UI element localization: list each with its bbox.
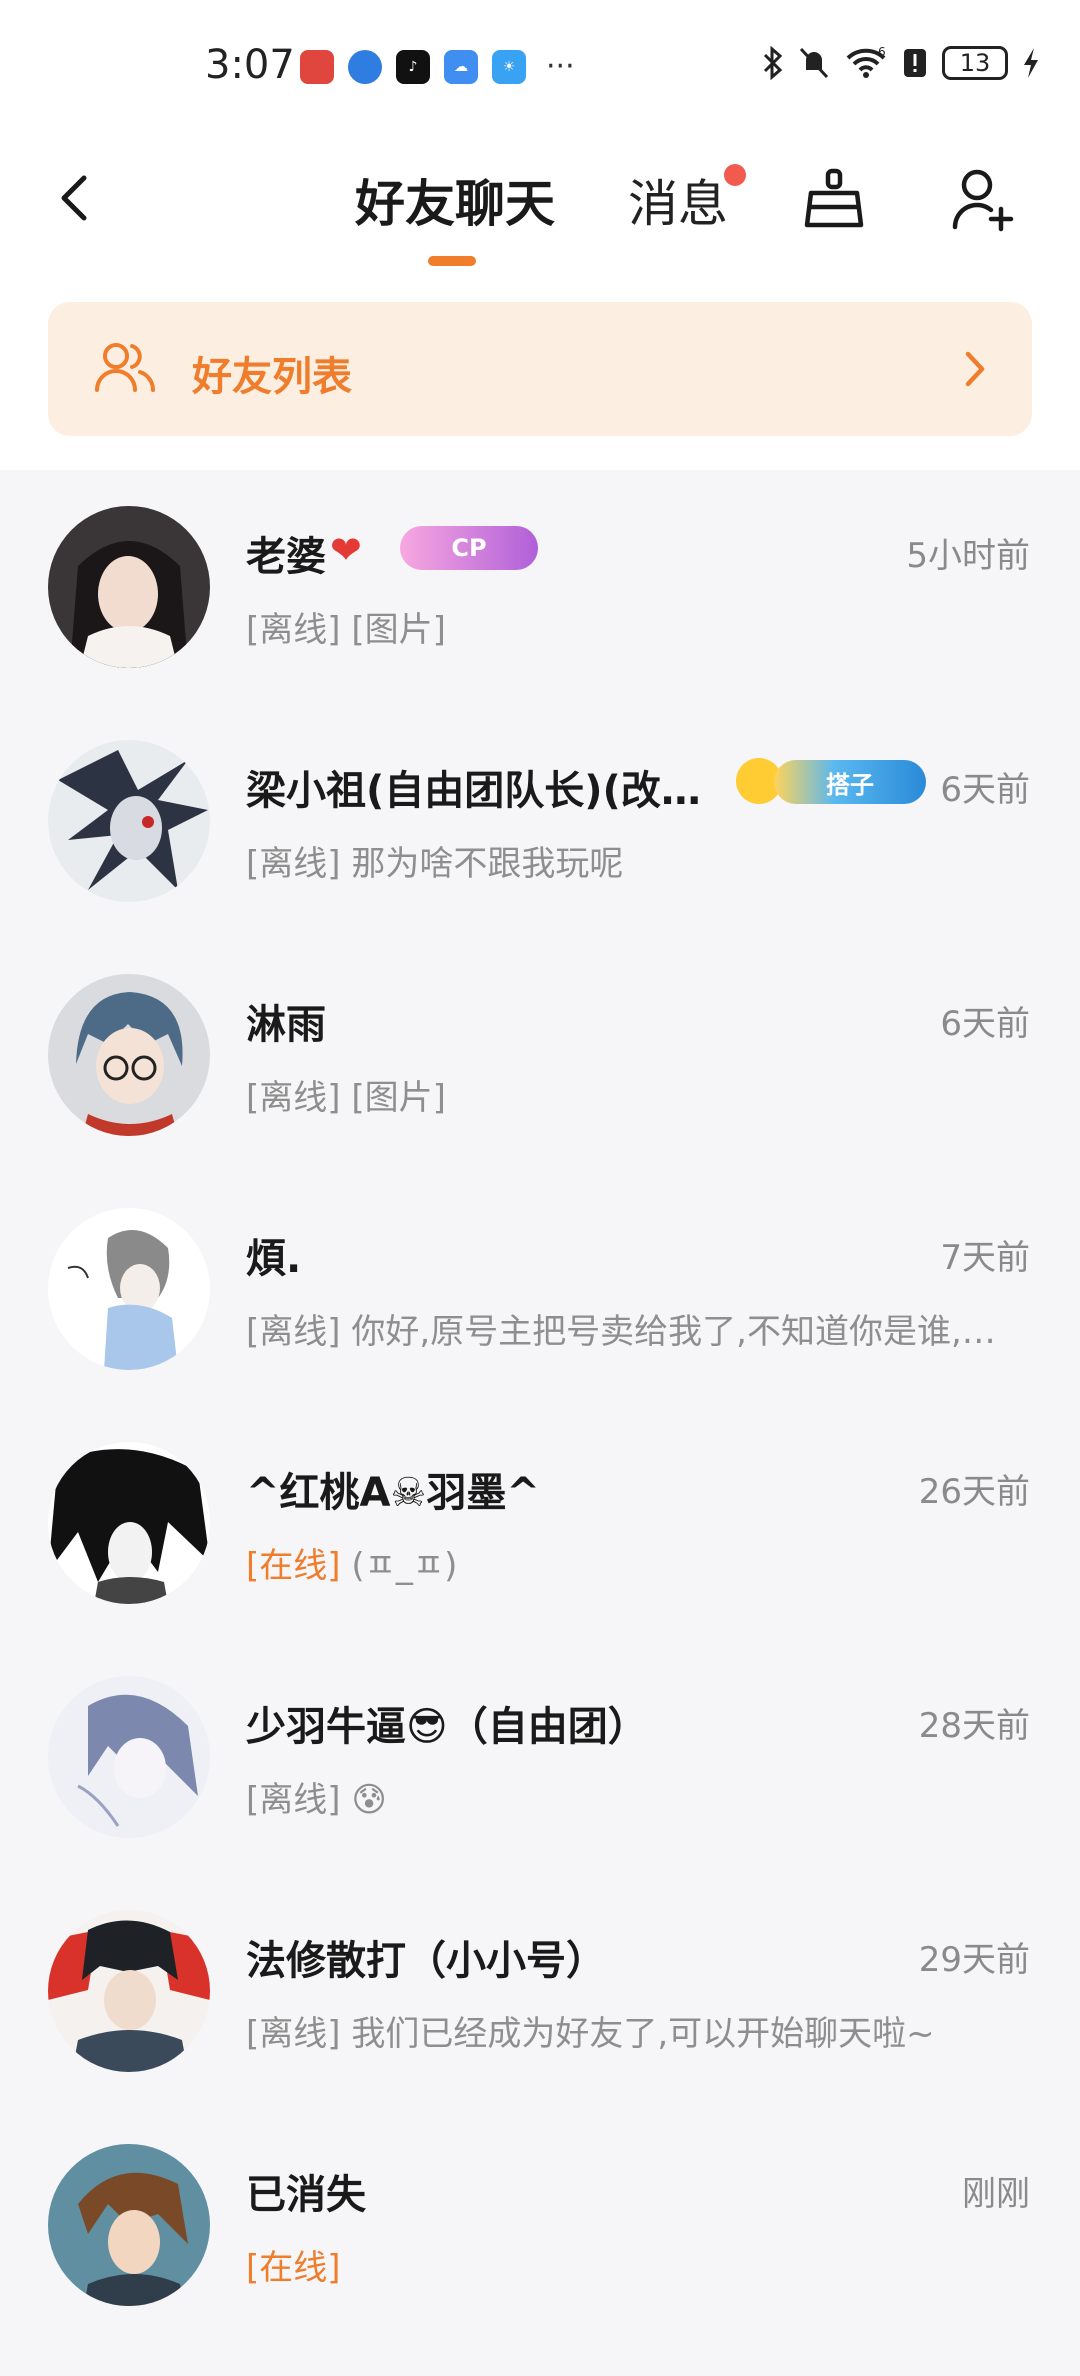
message-preview: [图片] xyxy=(340,1078,446,1118)
chevron-right-icon xyxy=(965,351,985,387)
chevron-left-icon xyxy=(61,175,87,221)
sim-alert-icon xyxy=(904,49,926,77)
friends-icon xyxy=(95,343,155,392)
mute-bell-icon xyxy=(799,47,829,79)
chat-preview: [离线] 😰 xyxy=(246,1772,387,1821)
message-preview: 那为啥不跟我玩呢 xyxy=(340,844,624,884)
message-preview: [图片] xyxy=(340,610,446,650)
huawei-app-icon xyxy=(300,50,334,84)
cp-badge: CP xyxy=(400,526,538,570)
avatar xyxy=(48,506,210,668)
status-time: 3:07 xyxy=(205,42,295,88)
add-friend-button[interactable] xyxy=(944,160,1024,240)
chat-time: 6天前 xyxy=(940,1004,1030,1044)
avatar xyxy=(48,740,210,902)
cloud-app-icon: ☁ xyxy=(444,50,478,84)
chat-name: 梁小祖(自由团队长)(改… xyxy=(246,768,701,814)
chat-preview: [在线] xyxy=(246,2240,341,2289)
status-tag: [离线] xyxy=(246,2014,341,2054)
status-tag: [在线] xyxy=(246,1546,341,1586)
chat-name: 法修散打（小小号） xyxy=(246,1938,606,1984)
chat-row[interactable]: 法修散打（小小号） 29天前 [离线] 我们已经成为好友了,可以开始聊天啦~ xyxy=(0,1874,1080,2108)
friend-list-label: 好友列表 xyxy=(192,354,352,400)
message-preview: 你好,原号主把号卖给我了,不知道你是谁,… xyxy=(340,1312,996,1352)
wifi-icon: 6 xyxy=(846,46,886,78)
chat-row[interactable]: 淋雨 6天前 [离线] [图片] xyxy=(0,938,1080,1172)
chat-time: 29天前 xyxy=(918,1940,1030,1980)
charging-icon xyxy=(1024,48,1038,78)
chat-time: 26天前 xyxy=(918,1472,1030,1512)
status-tag: [在线] xyxy=(246,2248,341,2288)
status-tag: [离线] xyxy=(246,1078,341,1118)
chat-name: 老婆 xyxy=(246,534,326,580)
chat-row[interactable]: 梁小祖(自由团队长)(改… 搭子 6天前 [离线] 那为啥不跟我玩呢 xyxy=(0,704,1080,938)
chat-preview: [离线] 你好,原号主把号卖给我了,不知道你是谁,… xyxy=(246,1304,996,1353)
chat-name: 已消失 xyxy=(246,2172,366,2218)
message-preview: 😰 xyxy=(340,1780,387,1820)
more-notifications-icon: ··· xyxy=(546,49,575,84)
status-tag: [离线] xyxy=(246,844,341,884)
chat-row[interactable]: 已消失 刚刚 [在线] xyxy=(0,2108,1080,2342)
chat-preview: [离线] [图片] xyxy=(246,602,446,651)
avatar xyxy=(48,1442,210,1604)
broom-icon xyxy=(804,168,864,228)
tab-messages[interactable]: 消息 xyxy=(628,164,728,236)
system-icons: 6 13 xyxy=(762,46,1040,80)
chat-row[interactable]: 煩. 7天前 [离线] 你好,原号主把号卖给我了,不知道你是谁,… xyxy=(0,1172,1080,1406)
avatar xyxy=(48,1910,210,2072)
chat-row[interactable]: 老婆 ❤ CP 5小时前 [离线] [图片] xyxy=(0,470,1080,704)
top-nav: 好友聊天 消息 xyxy=(0,140,1080,300)
chat-name: 少羽牛逼😎（自由团） xyxy=(246,1704,648,1750)
friend-list-banner[interactable]: 好友列表 xyxy=(48,302,1032,436)
partner-badge: 搭子 xyxy=(774,760,926,804)
heart-icon: ❤ xyxy=(330,528,362,572)
wifi-generation-label: 6 xyxy=(878,46,886,59)
chat-time: 5小时前 xyxy=(906,536,1030,576)
chat-time: 28天前 xyxy=(918,1706,1030,1746)
status-bar: 3:07 ♪ ☁ ☀ ··· 6 13 xyxy=(0,0,1080,140)
notification-icons: ♪ ☁ ☀ ··· xyxy=(300,50,575,84)
status-tag: [离线] xyxy=(246,610,341,650)
clear-unread-button[interactable] xyxy=(794,160,874,240)
chat-row[interactable]: 少羽牛逼😎（自由团） 28天前 [离线] 😰 xyxy=(0,1640,1080,1874)
chat-preview: [在线] (ㅍ_ㅍ) xyxy=(246,1538,457,1587)
chat-preview: [离线] 那为啥不跟我玩呢 xyxy=(246,836,623,885)
chat-preview: [离线] [图片] xyxy=(246,1070,446,1119)
status-tag: [离线] xyxy=(246,1312,341,1352)
chat-preview: [离线] 我们已经成为好友了,可以开始聊天啦~ xyxy=(246,2006,935,2055)
browser-app-icon xyxy=(348,50,382,84)
active-tab-indicator xyxy=(428,256,476,266)
avatar xyxy=(48,2144,210,2306)
avatar xyxy=(48,974,210,1136)
avatar xyxy=(48,1208,210,1370)
add-user-icon xyxy=(952,169,1014,232)
chat-name: 煩. xyxy=(246,1236,302,1282)
back-button[interactable] xyxy=(48,168,108,228)
message-preview: 我们已经成为好友了,可以开始聊天啦~ xyxy=(340,2014,935,2054)
chat-time: 7天前 xyxy=(940,1238,1030,1278)
unread-dot xyxy=(724,164,746,186)
battery-indicator: 13 xyxy=(942,46,1008,80)
friend-list-section: 好友列表 xyxy=(0,300,1080,470)
chat-name: 淋雨 xyxy=(246,1002,326,1048)
status-tag: [离线] xyxy=(246,1780,341,1820)
tiktok-app-icon: ♪ xyxy=(396,50,430,84)
message-preview: (ㅍ_ㅍ) xyxy=(340,1546,458,1586)
tab-friend-chat[interactable]: 好友聊天 xyxy=(355,164,555,236)
weather-app-icon: ☀ xyxy=(492,50,526,84)
chat-time: 刚刚 xyxy=(962,2174,1030,2214)
avatar xyxy=(48,1676,210,1838)
bluetooth-icon xyxy=(763,46,783,80)
chat-row[interactable]: ^红桃A☠羽墨^ 26天前 [在线] (ㅍ_ㅍ) xyxy=(0,1406,1080,1640)
chat-name: ^红桃A☠羽墨^ xyxy=(246,1470,540,1516)
chat-time: 6天前 xyxy=(940,770,1030,810)
